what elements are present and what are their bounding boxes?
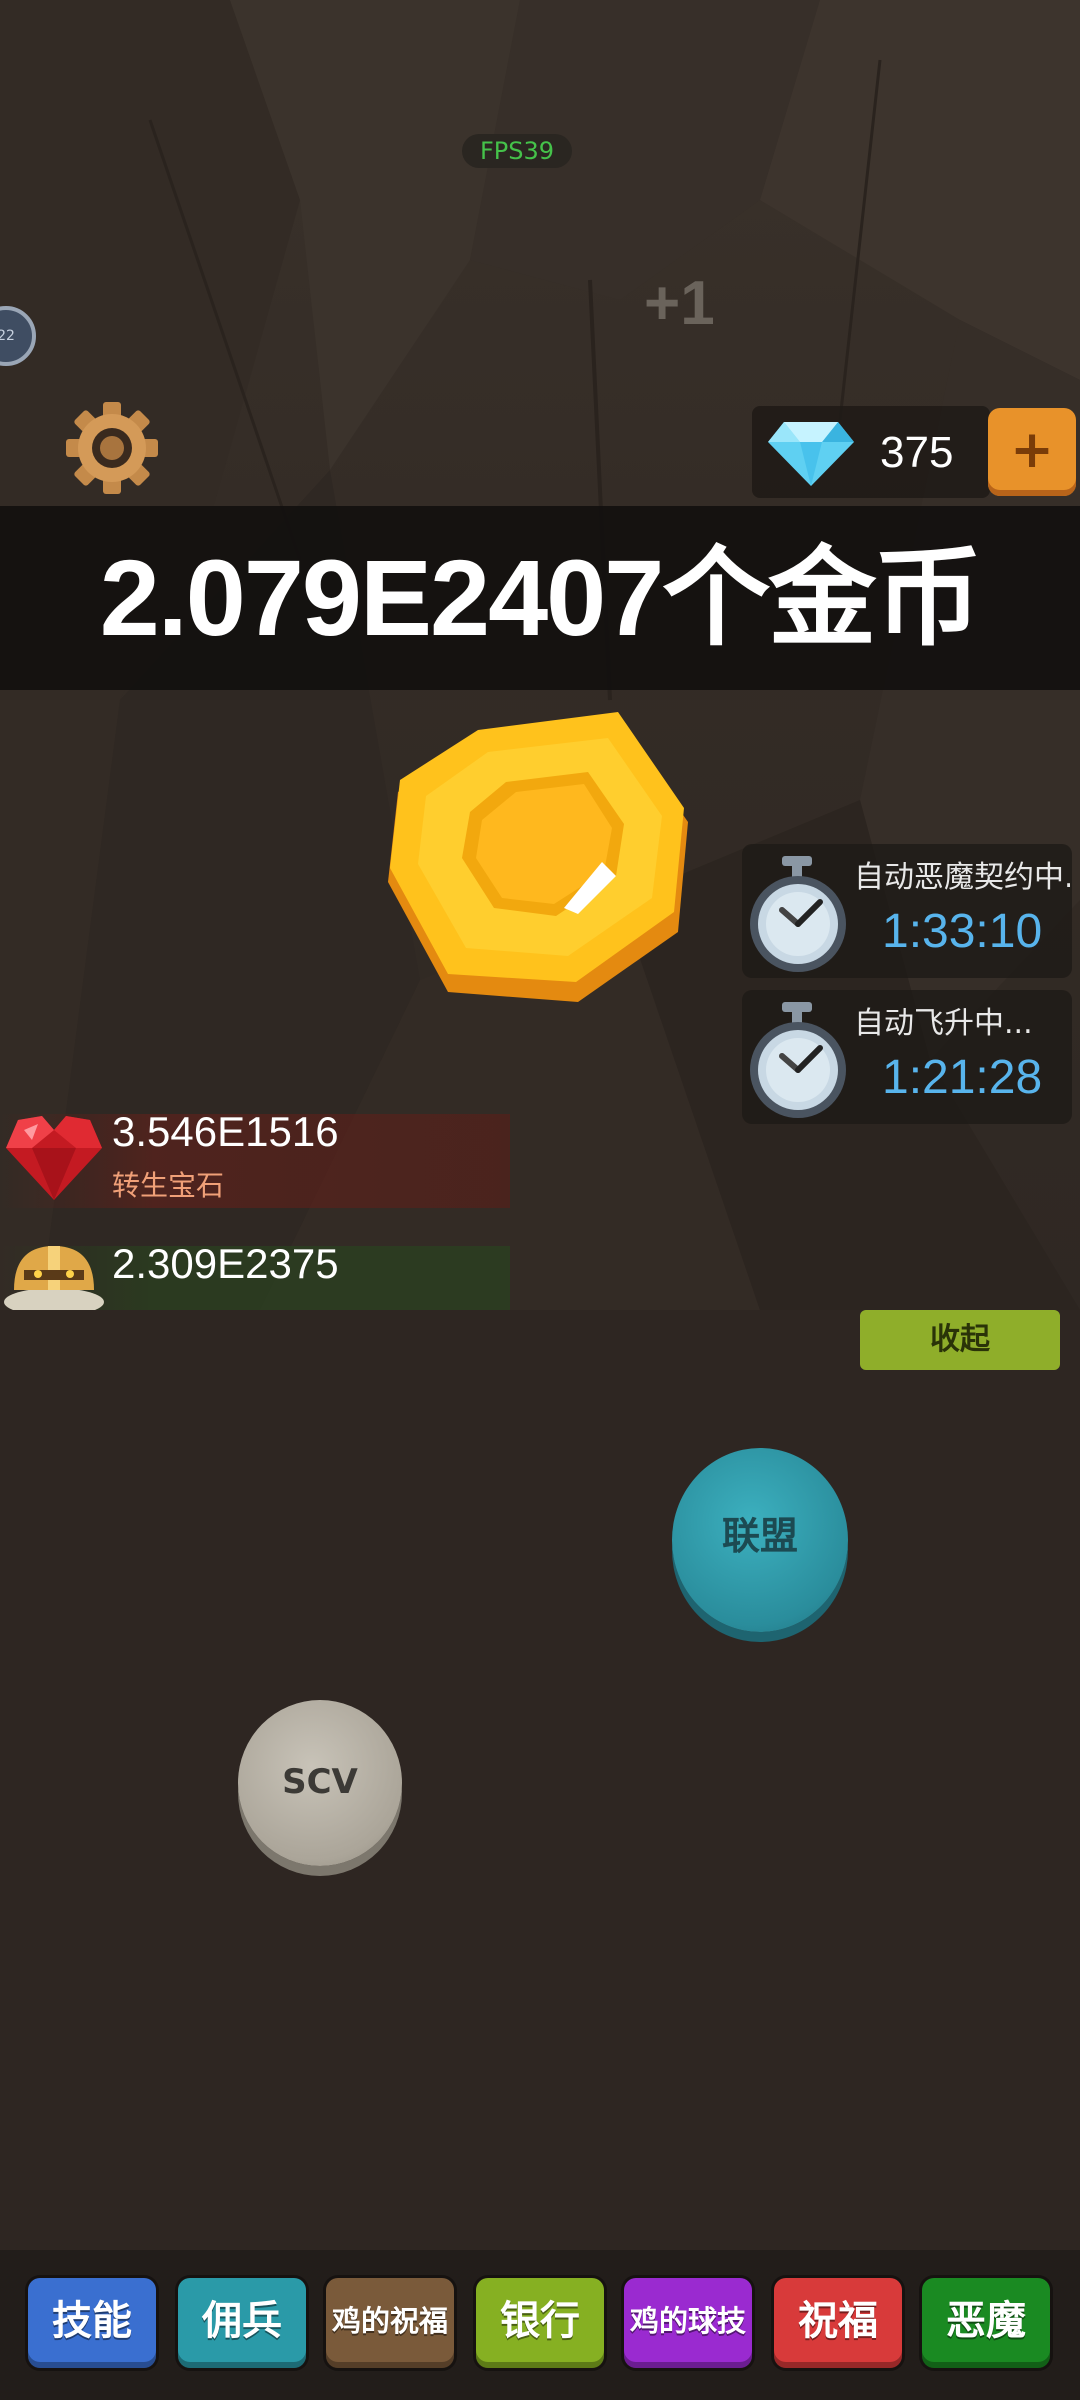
collapse-button[interactable]: 收起 (860, 1310, 1060, 1370)
tab-bank[interactable]: 银行 (476, 2278, 604, 2368)
add-gems-button[interactable]: + (988, 408, 1076, 496)
tab-blessing[interactable]: 祝福 (774, 2278, 902, 2368)
rebirth-gems-value: 3.546E1516 (112, 1108, 339, 1155)
mercenary-row: 2.309E2375 (0, 1240, 510, 1310)
timer-auto-ascend[interactable]: 自动飞升中... 1:21:28 (742, 990, 1072, 1124)
stopwatch-icon (750, 1002, 846, 1118)
heart-gem-icon (6, 1116, 102, 1200)
mercenary-value: 2.309E2375 (112, 1240, 339, 1287)
fps-counter: FPS39 (462, 134, 572, 168)
gem-count: 375 (880, 428, 954, 477)
tab-chicken-blessing[interactable]: 鸡的祝福 (326, 2278, 454, 2368)
timer-countdown: 1:33:10 (882, 905, 1043, 958)
rebirth-gems-label: 转生宝石 (112, 1169, 225, 1202)
stopwatch-icon (750, 856, 846, 972)
tab-demon[interactable]: 恶魔 (922, 2278, 1050, 2368)
tab-chicken-ball-skill[interactable]: 鸡的球技 (624, 2278, 752, 2368)
tab-mercenaries[interactable]: 佣兵 (178, 2278, 306, 2368)
alliance-button[interactable]: 联盟 (672, 1448, 848, 1632)
coin-total: 2.079E2407个金币 (99, 537, 983, 658)
floating-gain-text: +1 (644, 269, 715, 338)
lower-panel (0, 1310, 1080, 2250)
gear-icon[interactable] (64, 400, 160, 496)
knight-helmet-icon (4, 1246, 104, 1310)
timer-demon-contract[interactable]: 自动恶魔契约中... 1:33:10 (742, 844, 1072, 978)
rebirth-gems-row: 3.546E1516 转生宝石 (0, 1108, 510, 1216)
tap-coin-icon[interactable] (388, 712, 696, 1012)
coin-total-banner: 2.079E2407个金币 (0, 506, 1080, 690)
tab-skills[interactable]: 技能 (28, 2278, 156, 2368)
timer-label: 自动飞升中... (854, 1006, 1033, 1041)
diamond-icon (768, 422, 854, 486)
timer-countdown: 1:21:28 (882, 1051, 1043, 1104)
timer-label: 自动恶魔契约中... (854, 860, 1070, 895)
game-scene[interactable]: FPS39 +1 22 375 + 2.079E2407个金币 自动恶魔契约中.… (0, 0, 1080, 1310)
scv-button[interactable]: SCV (238, 1700, 402, 1866)
gem-counter-panel: 375 (752, 406, 990, 498)
